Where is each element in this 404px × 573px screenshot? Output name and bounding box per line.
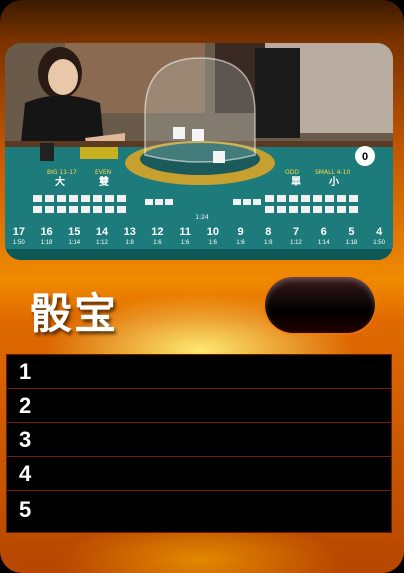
total-payout: 1:8 (126, 240, 135, 246)
total-payout: 1:12 (290, 240, 302, 246)
small-cn: 小 (328, 175, 339, 188)
total-15: 15 (68, 226, 80, 238)
total-6: 6 (321, 226, 327, 238)
round-counter: 0 (362, 151, 368, 163)
total-payout: 1:18 (41, 240, 53, 246)
odd-cn: 單 (291, 176, 301, 188)
live-dealer-video: 0 BIG 11-17 EVEN ODD SMALL 4-10 大 雙 單 小 (5, 43, 393, 260)
total-14: 14 (96, 226, 109, 238)
total-payout: 1:6 (153, 240, 162, 246)
row-number: 3 (19, 426, 32, 452)
total-9: 9 (238, 226, 244, 238)
total-5: 5 (348, 226, 354, 238)
total-16: 16 (40, 226, 52, 238)
die (192, 129, 204, 141)
list-item[interactable]: 3 (7, 423, 391, 457)
enter-game-button[interactable] (265, 277, 375, 333)
total-13: 13 (124, 226, 136, 238)
game-card: 0 BIG 11-17 EVEN ODD SMALL 4-10 大 雙 單 小 (0, 0, 404, 573)
total-4: 4 (376, 226, 383, 238)
row-number: 2 (19, 392, 32, 418)
row-number: 5 (19, 496, 32, 522)
list-item[interactable]: 1 (7, 355, 391, 389)
odd-label: ODD (285, 169, 299, 176)
any-triple-payout: 1:24 (195, 214, 209, 221)
sic-bo-table-scene: 0 BIG 11-17 EVEN ODD SMALL 4-10 大 雙 單 小 (5, 43, 393, 260)
game-title: 骰宝 (30, 289, 119, 338)
die (213, 151, 225, 163)
total-payout: 1:6 (236, 240, 245, 246)
total-payout: 1:50 (373, 240, 385, 246)
even-cn: 雙 (99, 175, 109, 188)
list-item[interactable]: 5 (7, 491, 391, 528)
total-payout: 1:50 (13, 240, 25, 246)
total-payout: 1:6 (209, 240, 218, 246)
total-10: 10 (207, 226, 219, 238)
list-item[interactable]: 4 (7, 457, 391, 491)
list-item[interactable]: 2 (7, 389, 391, 423)
total-payout: 1:6 (181, 240, 190, 246)
total-7: 7 (293, 226, 299, 238)
big-label: BIG 11-17 (47, 169, 77, 176)
total-payout: 1:14 (318, 240, 330, 246)
result-list: 1 2 3 4 5 (6, 354, 392, 533)
total-8: 8 (265, 226, 271, 238)
total-12: 12 (151, 226, 163, 238)
small-label: SMALL 4-10 (315, 169, 350, 176)
row-number: 4 (19, 460, 32, 486)
total-11: 11 (179, 226, 191, 238)
total-payout: 1:14 (68, 240, 80, 246)
die (173, 127, 185, 139)
total-payout: 1:12 (96, 240, 108, 246)
row-number: 1 (19, 358, 32, 384)
even-label: EVEN (95, 169, 111, 176)
total-payout: 1:18 (346, 240, 358, 246)
total-17: 17 (13, 226, 25, 238)
total-payout: 1:8 (264, 240, 273, 246)
big-cn: 大 (55, 175, 65, 188)
